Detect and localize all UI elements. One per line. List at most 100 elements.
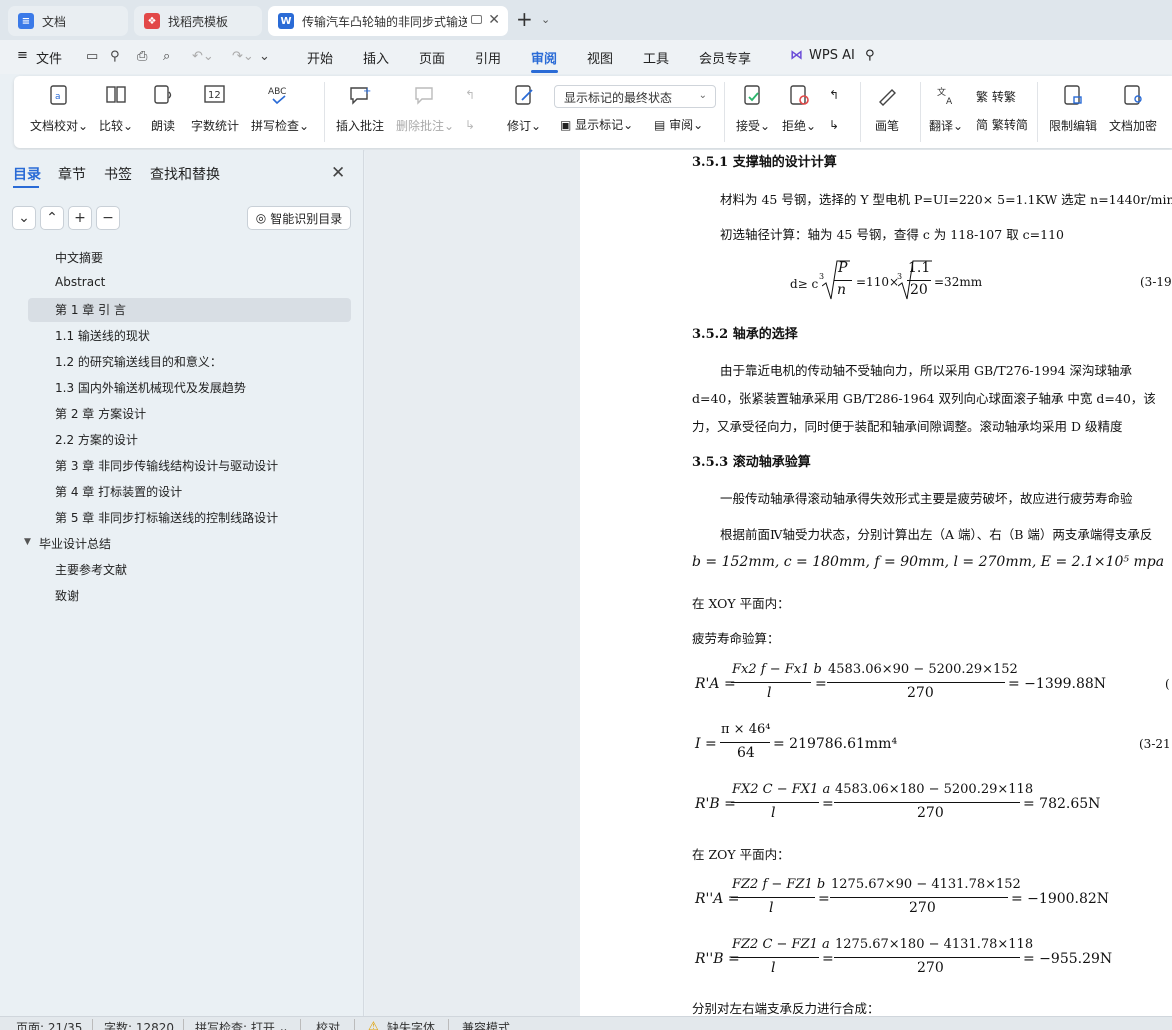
tab-documents[interactable]: ≡ 文档 [8,6,128,36]
compare-label: 比较 [99,119,124,133]
close-icon[interactable]: ✕ [331,163,345,183]
toc-item[interactable]: 第 5 章 非同步打标输送线的控制线路设计 [28,506,351,530]
toc-item[interactable]: 第 4 章 打标装置的设计 [28,480,351,504]
to-simplified-button[interactable]: 简 繁转简 [976,116,1028,133]
eq-text: 270 [917,805,944,821]
review-pane-icon: ▤ [654,117,670,132]
next-change-icon[interactable]: ↳ [829,118,839,132]
spell-check-button[interactable]: ABC 拼写检查⌄ [251,82,309,134]
menu-member[interactable]: 会员专享 [699,48,751,67]
next-comment-icon[interactable]: ↳ [465,118,475,132]
toc-item[interactable]: 致谢 [28,584,351,608]
review-pane-label: 审阅 [669,118,694,132]
previous-change-icon[interactable]: ↰ [829,88,839,102]
encrypt-button[interactable]: 文档加密 [1109,82,1157,134]
toc-item[interactable]: 2.2 方案的设计 [28,428,351,452]
toc-item[interactable]: ▼ 毕业设计总结 [24,532,351,556]
encrypt-label: 文档加密 [1109,119,1158,133]
status-proof[interactable]: 校对 [316,1019,340,1030]
chevron-down-icon[interactable]: ⌄ [541,13,550,26]
show-markup-button[interactable]: ▣ 显示标记 ⌄ [560,116,633,133]
nav-tab-chapters[interactable]: 章节 [58,164,86,184]
quick-access-more-icon[interactable]: ⌄ [259,49,270,64]
paragraph: 材料为 45 号钢，选择的 Y 型电机 P=UI=220× 5=1.1KW 选定… [720,192,1172,207]
search-icon[interactable]: ⚲ [865,48,875,63]
toc-item[interactable]: 1.1 输送线的现状 [28,324,351,348]
minus-icon: − [102,210,114,226]
new-tab-button[interactable]: + [516,9,533,29]
navigation-pane: 目录 章节 书签 查找和替换 ✕ ⌄ ⌃ + − ◎ 智能识别目录 中文摘要 Ab… [0,150,364,1016]
nav-tab-bookmarks[interactable]: 书签 [104,164,132,184]
add-heading-button[interactable]: + [68,206,92,230]
review-pane-button[interactable]: ▤ 审阅 ⌄ [654,116,703,133]
redo-icon[interactable]: ↷⌄ [232,49,254,64]
collapse-all-button[interactable]: ⌄ [12,206,36,230]
svg-text:ABC: ABC [268,87,286,97]
word-count-label: 字数统计 [191,119,240,133]
accept-button[interactable]: 接受⌄ [736,82,770,134]
tab-current-document[interactable]: W 传输汽车凸轮轴的非同步式输送 ✕ [268,6,508,36]
pen-button[interactable]: 画笔 [874,82,900,134]
close-tab-icon[interactable]: ✕ [488,12,500,28]
menu-review[interactable]: 审阅 [531,48,557,67]
status-page[interactable]: 页面: 21/35 [16,1019,82,1030]
show-markup-icon: ▣ [560,117,576,132]
document-page[interactable]: 3.5.1 支撑轴的设计计算 材料为 45 号钢，选择的 Y 型电机 P=UI=… [580,150,1172,1016]
insert-comment-label: 插入批注 [336,119,385,133]
compare-button[interactable]: 比较⌄ [99,82,133,134]
eq-text: =110× [856,275,900,289]
fraction-bar [731,897,815,898]
fraction-bar [830,897,1008,898]
expand-triangle-icon[interactable]: ▼ [24,537,31,547]
to-traditional-button[interactable]: 繁 转繁 [976,88,1016,105]
status-spell-check[interactable]: 拼写检查: 打开 ⌄ [195,1019,289,1030]
menu-view[interactable]: 视图 [587,48,613,67]
markup-state-select[interactable]: 显示标记的最终状态 ⌄ [554,85,716,108]
tab-docer-templates[interactable]: ❖ 找稻壳模板 [134,6,262,36]
hamburger-icon[interactable]: ≡ [17,48,28,63]
pen-label: 画笔 [874,119,899,133]
translate-button[interactable]: 文A 翻译⌄ [929,82,963,134]
print-icon[interactable]: ⎙ [137,49,147,64]
window-mode-icon[interactable] [471,15,482,24]
status-word-count[interactable]: 字数: 12820 [104,1019,174,1030]
nav-tab-find-replace[interactable]: 查找和替换 [150,164,220,184]
status-separator [448,1019,449,1030]
save-icon[interactable]: ▭ [86,49,98,64]
wps-writer-icon: W [278,13,294,29]
reject-button[interactable]: 拒绝⌄ [782,82,816,134]
menu-references[interactable]: 引用 [475,48,501,67]
nav-tab-toc[interactable]: 目录 [13,164,41,184]
menu-tools[interactable]: 工具 [643,48,669,67]
menu-insert[interactable]: 插入 [363,48,389,67]
menu-page[interactable]: 页面 [419,48,445,67]
restrict-edit-button[interactable]: 限制编辑 [1049,82,1097,134]
toc-item[interactable]: Abstract [28,272,351,296]
menu-home[interactable]: 开始 [307,48,333,67]
menu-wps-ai[interactable]: WPS AI [809,48,855,63]
print-preview-icon[interactable]: ⌕ [163,49,170,64]
toc-item[interactable]: 1.3 国内外输送机械现代及发展趋势 [28,376,351,400]
track-changes-button[interactable]: 修订⌄ [507,82,541,134]
smart-toc-button[interactable]: ◎ 智能识别目录 [247,206,351,230]
paragraph: 初选轴径计算：轴为 45 号钢，查得 c 为 118-107 取 c=110 [720,227,1064,242]
ribbon-separator [324,82,325,142]
toc-item[interactable]: 中文摘要 [28,246,351,270]
read-aloud-button[interactable]: 朗读 [150,82,176,134]
delete-comment-button[interactable]: 删除批注⌄ [396,82,454,134]
share-icon[interactable]: ⚲ [110,49,120,64]
toc-item[interactable]: 第 2 章 方案设计 [28,402,351,426]
remove-heading-button[interactable]: − [96,206,120,230]
insert-comment-button[interactable]: + 插入批注 [336,82,384,134]
status-missing-font[interactable]: 缺失字体 [387,1019,435,1030]
previous-comment-icon[interactable]: ↰ [465,88,475,102]
menu-file[interactable]: 文件 [36,48,62,67]
toc-item[interactable]: 1.2 的研究输送线目的和意义： [28,350,351,374]
toc-item-selected[interactable]: 第 1 章 引 言 [28,298,351,322]
undo-icon[interactable]: ↶⌄ [192,49,214,64]
toc-item[interactable]: 第 3 章 非同步传输线结构设计与驱动设计 [28,454,351,478]
word-count-button[interactable]: 12 字数统计 [191,82,239,134]
expand-level-button[interactable]: ⌃ [40,206,64,230]
doc-proof-button[interactable]: a 文档校对⌄ [30,82,88,134]
toc-item[interactable]: 主要参考文献 [28,558,351,582]
